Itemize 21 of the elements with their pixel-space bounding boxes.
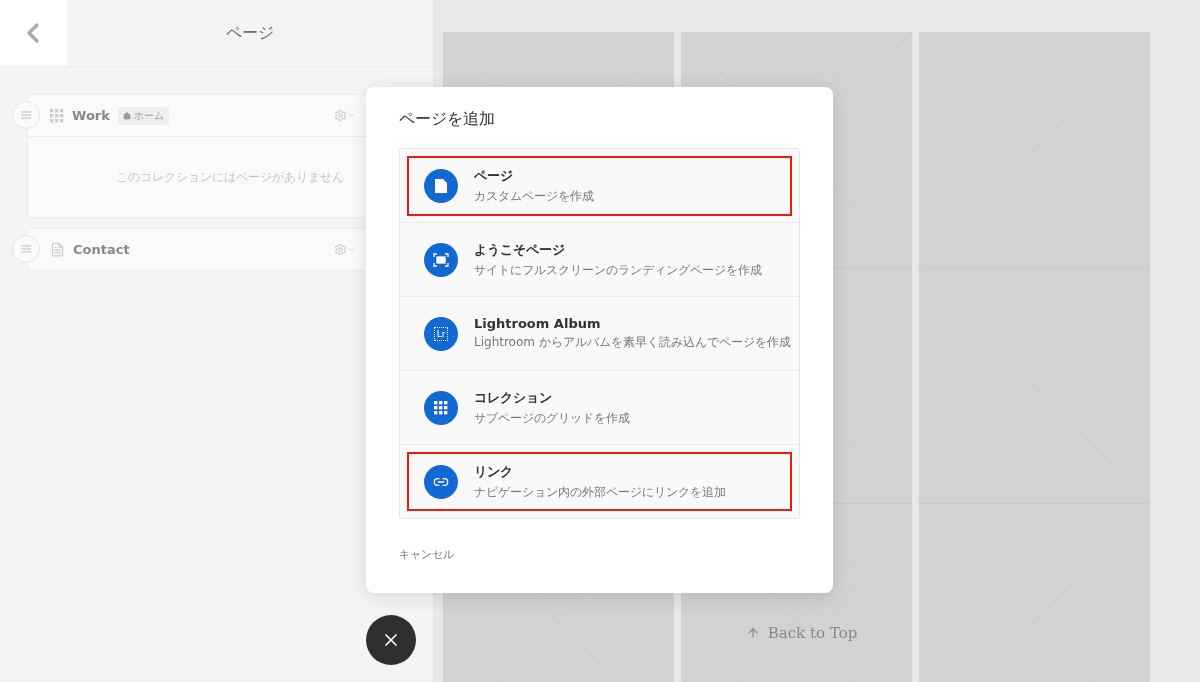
- page-name: Contact: [73, 242, 130, 257]
- option-title: ページ: [474, 166, 514, 185]
- page-type-option[interactable]: ページ カスタムページを作成: [400, 149, 799, 223]
- page-type-option[interactable]: ようこそページ サイトにフルスクリーンのランディングページを作成: [400, 223, 799, 297]
- panel-title: ページ: [224, 21, 275, 44]
- page-name: Work: [72, 108, 110, 123]
- option-title: Lightroom Album: [474, 316, 602, 331]
- page-type-option[interactable]: コレクション サブページのグリッドを作成: [400, 371, 799, 445]
- option-description: カスタムページを作成: [474, 187, 594, 205]
- cancel-button[interactable]: キャンセル: [399, 547, 454, 562]
- page-type-option[interactable]: リンク ナビゲーション内の外部ページにリンクを追加: [400, 445, 799, 518]
- option-description: サイトにフルスクリーンのランディングページを作成: [474, 261, 762, 279]
- page-type-option[interactable]: Lr Lightroom Album Lightroom からアルバムを素早く読み込んでページを作成: [400, 297, 799, 371]
- option-description: サブページのグリッドを作成: [474, 409, 630, 427]
- lightroom-icon: Lr: [424, 316, 458, 351]
- option-title: ようこそページ: [474, 240, 566, 259]
- home-badge: ホーム: [117, 106, 169, 125]
- option-description: ナビゲーション内の外部ページにリンクを追加: [474, 483, 726, 501]
- option-title: コレクション: [474, 388, 553, 407]
- option-description: Lightroom からアルバムを素早く読み込んでページを作成: [474, 334, 791, 351]
- option-title: リンク: [474, 462, 514, 481]
